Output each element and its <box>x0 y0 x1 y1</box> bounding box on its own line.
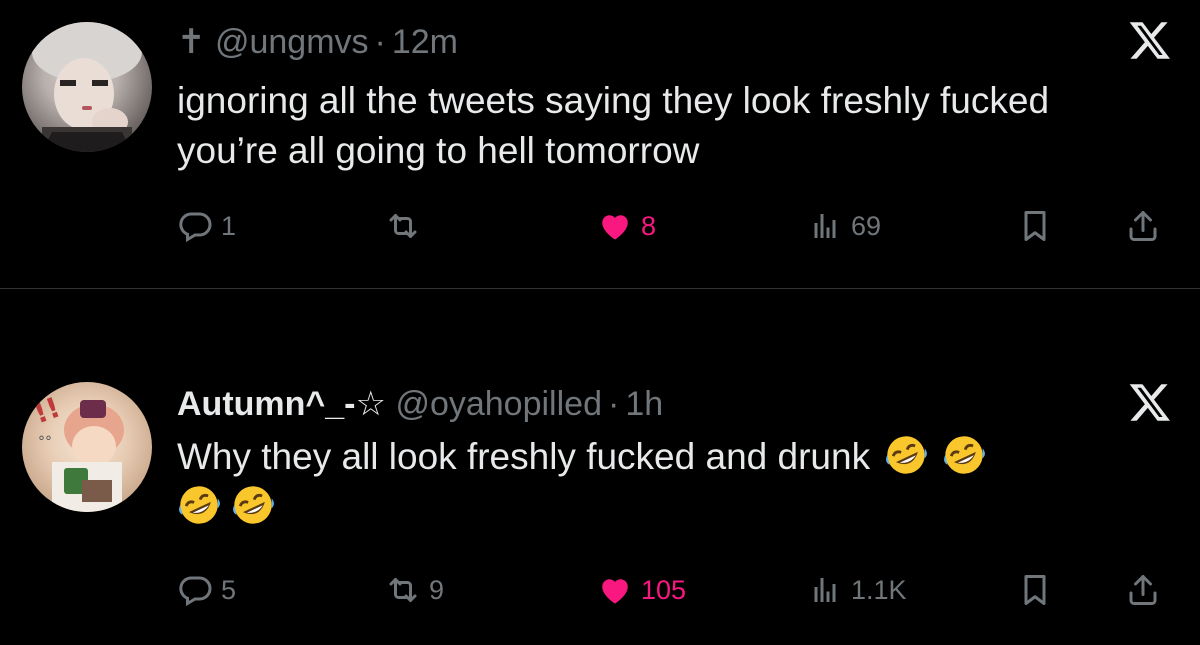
separator: · <box>374 23 386 61</box>
reply-icon <box>179 212 212 243</box>
retweet-icon <box>389 578 417 602</box>
timestamp[interactable]: 12m <box>392 23 458 61</box>
views-button[interactable]: 69 <box>807 208 881 244</box>
retweet-count: 9 <box>429 574 445 605</box>
avatar-photo: !! °° <box>29 391 124 512</box>
rofl-emoji-icon <box>233 486 274 524</box>
x-logo-icon <box>1129 22 1170 59</box>
tweet-actions: 1 8 69 <box>177 208 1172 248</box>
retweet-icon <box>389 214 417 238</box>
display-name[interactable]: Autumn^_-☆ <box>177 385 386 423</box>
reply-button[interactable]: 5 <box>177 572 236 608</box>
heart-filled-icon <box>602 579 628 604</box>
bookmark-icon <box>1024 211 1046 241</box>
tweet-1[interactable]: ✝ @ungmvs · 12m ignoring all the tweets sa… <box>0 0 1200 288</box>
avatar-photo <box>32 22 142 152</box>
separator: · <box>607 385 620 423</box>
bookmark-button[interactable] <box>1017 208 1053 244</box>
heart-filled-icon <box>602 215 628 240</box>
user-handle[interactable]: @oyahopilled <box>395 385 602 423</box>
share-button[interactable] <box>1125 572 1161 608</box>
tweet-text: Why they all look freshly fucked and dru… <box>177 432 1137 532</box>
handle-prefix: ✝ <box>177 23 206 61</box>
tweet-2[interactable]: !! °° Autumn^_-☆ @oyahopilled · 1h Why the… <box>0 292 1200 645</box>
share-button[interactable] <box>1125 208 1161 244</box>
share-icon <box>1129 211 1157 241</box>
user-handle[interactable]: @ungmvs <box>215 23 369 61</box>
like-count: 105 <box>641 574 687 605</box>
rofl-emoji-icon <box>886 436 927 474</box>
views-button[interactable]: 1.1K <box>807 572 907 608</box>
like-button[interactable]: 105 <box>597 572 686 608</box>
tweet-header: Autumn^_-☆ @oyahopilled · 1h <box>177 384 663 424</box>
views-chart-icon <box>814 214 836 238</box>
tweet-text: ignoring all the tweets saying they look… <box>177 80 1050 171</box>
share-icon <box>1129 575 1157 605</box>
bookmark-icon <box>1024 575 1046 605</box>
like-count: 8 <box>641 210 657 241</box>
view-count: 1.1K <box>851 574 907 605</box>
tweet-actions: 5 9 105 1.1K <box>177 572 1172 612</box>
retweet-button[interactable] <box>385 208 429 244</box>
reply-icon <box>179 576 212 607</box>
tweet-header: ✝ @ungmvs · 12m <box>177 22 458 62</box>
rofl-emoji-icon <box>179 486 220 524</box>
reply-count: 5 <box>221 574 237 605</box>
svg-text:°°: °° <box>38 434 52 450</box>
x-logo-icon <box>1129 384 1170 421</box>
retweet-button[interactable]: 9 <box>385 572 444 608</box>
avatar[interactable] <box>22 22 152 152</box>
like-button[interactable]: 8 <box>597 208 656 244</box>
view-count: 69 <box>851 210 882 241</box>
reply-count: 1 <box>221 210 237 241</box>
views-chart-icon <box>814 578 836 602</box>
tweet-text-content: Why they all look freshly fucked and dru… <box>177 436 871 477</box>
rofl-emoji-icon <box>944 436 985 474</box>
reply-button[interactable]: 1 <box>177 208 236 244</box>
tweet-divider <box>0 288 1200 289</box>
timestamp[interactable]: 1h <box>625 385 663 423</box>
avatar[interactable]: !! °° <box>22 382 152 512</box>
bookmark-button[interactable] <box>1017 572 1053 608</box>
svg-text:!!: !! <box>29 391 64 431</box>
